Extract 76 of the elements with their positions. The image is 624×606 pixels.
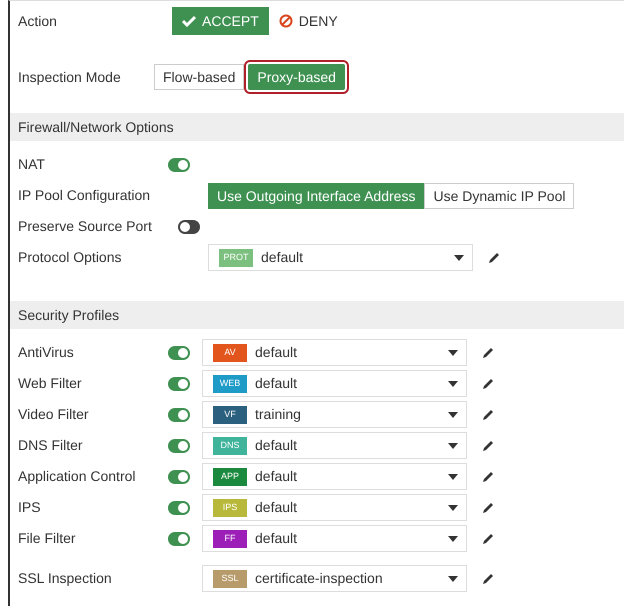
field-label: IP Pool Configuration [18, 186, 152, 205]
profile-select[interactable]: DNS default [202, 432, 467, 459]
profile-select[interactable]: IPS default [202, 494, 467, 521]
caret-icon [448, 442, 458, 448]
pencil-icon[interactable] [481, 408, 495, 422]
field-label: Protocol Options [18, 248, 122, 267]
section-title: Security Profiles [18, 306, 120, 325]
field-label: NAT [18, 155, 46, 174]
profile-tag: IPS [213, 498, 247, 516]
caret-icon [448, 412, 458, 418]
select-value: default [255, 498, 298, 517]
toggle-switch[interactable] [168, 346, 190, 360]
caret-icon [448, 350, 458, 356]
toggle-switch[interactable] [168, 438, 190, 452]
profile-select[interactable]: SSL certificate-inspection [202, 565, 467, 592]
mode-button[interactable]: Flow-based [154, 64, 244, 90]
field-label: Video Filter [18, 405, 90, 424]
caret-icon [448, 576, 458, 582]
section-title: Firewall/Network Options [18, 118, 174, 137]
check-icon [182, 15, 196, 27]
pencil-icon[interactable] [481, 438, 495, 452]
caret-icon [448, 474, 458, 480]
profile-tag: SSL [213, 570, 247, 588]
select-value: default [255, 436, 298, 455]
toggle-switch[interactable] [168, 532, 190, 546]
caret-icon [454, 254, 464, 260]
accept-button[interactable]: ACCEPT [172, 7, 269, 35]
deny-icon [278, 14, 293, 28]
profile-tag: AV [213, 344, 247, 362]
pool-option-button[interactable]: Use Outgoing Interface Address [208, 182, 424, 208]
select-value: default [255, 374, 298, 393]
field-label: File Filter [18, 529, 77, 548]
pencil-icon[interactable] [481, 500, 495, 514]
profile-select[interactable]: APP default [202, 463, 467, 490]
field-label: Action [18, 12, 58, 30]
field-label: Inspection Mode [18, 68, 122, 87]
select-value: certificate-inspection [255, 569, 384, 588]
pencil-icon[interactable] [481, 572, 495, 586]
caret-icon [448, 536, 458, 542]
profile-select[interactable]: VF training [202, 401, 467, 428]
select-value: default [255, 467, 298, 486]
profile-tag: VF [213, 406, 247, 424]
profile-tag: WEB [213, 374, 247, 392]
profile-select[interactable]: FF default [202, 525, 467, 552]
toggle-switch[interactable] [168, 500, 190, 514]
toggle-switch[interactable] [168, 376, 190, 390]
select-value: default [261, 248, 304, 267]
toggle-switch[interactable] [168, 408, 190, 422]
field-label: DNS Filter [18, 436, 84, 455]
pencil-icon[interactable] [481, 376, 495, 390]
select-value: training [255, 405, 302, 424]
field-label: Application Control [18, 467, 137, 486]
field-label: Preserve Source Port [18, 217, 153, 236]
field-label: IPS [18, 498, 42, 517]
pencil-icon[interactable] [481, 470, 495, 484]
profile-tag: DNS [213, 436, 247, 454]
pencil-icon[interactable] [481, 346, 495, 360]
toggle-switch[interactable] [168, 470, 190, 484]
profile-tag: PROT [219, 248, 253, 266]
field-label: SSL Inspection [18, 569, 113, 588]
pool-option-button[interactable]: Use Dynamic IP Pool [424, 182, 574, 208]
toggle-switch[interactable] [168, 158, 190, 172]
profile-select[interactable]: WEB default [202, 370, 467, 397]
toggle-switch[interactable] [178, 220, 200, 234]
caret-icon [448, 380, 458, 386]
profile-tag: FF [213, 530, 247, 548]
pencil-icon[interactable] [487, 250, 501, 264]
select-value: default [255, 529, 298, 548]
profile-select[interactable]: PROT default [208, 244, 473, 271]
caret-icon [448, 504, 458, 510]
field-label: AntiVirus [18, 343, 75, 362]
field-label: Web Filter [18, 374, 83, 393]
select-value: default [255, 343, 298, 362]
profile-select[interactable]: AV default [202, 339, 467, 366]
profile-tag: APP [213, 468, 247, 486]
pencil-icon[interactable] [481, 532, 495, 546]
